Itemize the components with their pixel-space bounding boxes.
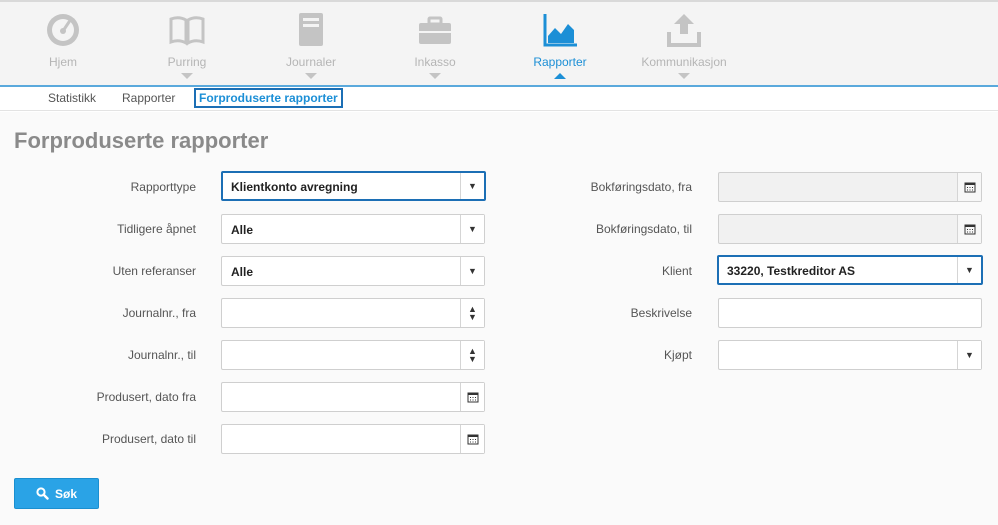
search-button[interactable]: Søk xyxy=(14,478,99,509)
tab-forproduserte-rapporter[interactable]: Forproduserte rapporter xyxy=(194,88,343,108)
tab-rapporter[interactable]: Rapporter xyxy=(118,90,179,106)
klient-label: Klient xyxy=(661,264,692,278)
nav-item-kommunikasjon[interactable]: Kommunikasjon xyxy=(624,10,744,86)
bokforingsdato-fra-label: Bokføringsdato, fra xyxy=(590,180,692,194)
chevron-down-icon xyxy=(678,73,690,79)
calendar-icon[interactable] xyxy=(460,383,484,411)
bokforingsdato-fra-input[interactable] xyxy=(718,172,982,202)
klient-select[interactable]: 33220, Testkreditor AS ▼ xyxy=(717,255,983,285)
page-title: Forproduserte rapporter xyxy=(14,128,269,153)
tidligere-apnet-label: Tidligere åpnet xyxy=(117,222,196,236)
rapporttype-value: Klientkonto avregning xyxy=(231,180,358,194)
beskrivelse-label: Beskrivelse xyxy=(630,306,692,320)
chevron-down-icon xyxy=(429,73,441,79)
spinner-icon[interactable]: ▲ ▼ xyxy=(460,341,484,369)
klient-value: 33220, Testkreditor AS xyxy=(727,264,856,278)
nav-label: Rapporter xyxy=(533,55,587,69)
produsert-fra-label: Produsert, dato fra xyxy=(96,390,196,404)
nav-item-hjem[interactable]: Hjem xyxy=(3,10,123,86)
spinner-icon[interactable]: ▲ ▼ xyxy=(460,299,484,327)
search-icon xyxy=(36,487,49,500)
main-nav: Hjem Purring Journaler Inkasso Rapporter… xyxy=(0,0,998,87)
calendar-icon[interactable] xyxy=(460,425,484,453)
sub-nav: Statistikk Rapporter Forproduserte rappo… xyxy=(0,87,998,111)
nav-item-journaler[interactable]: Journaler xyxy=(251,10,371,86)
beskrivelse-input[interactable] xyxy=(718,298,982,328)
kjopt-select[interactable]: ▼ xyxy=(718,340,982,370)
upload-icon xyxy=(667,14,701,47)
produsert-fra-input[interactable] xyxy=(221,382,485,412)
produsert-til-input[interactable] xyxy=(221,424,485,454)
nav-label: Kommunikasjon xyxy=(641,55,727,69)
tidligere-apnet-select[interactable]: Alle ▼ xyxy=(221,214,485,244)
produsert-til-label: Produsert, dato til xyxy=(101,432,196,446)
chevron-down-icon xyxy=(181,73,193,79)
tab-statistikk[interactable]: Statistikk xyxy=(44,90,100,106)
uten-referanser-value: Alle xyxy=(231,265,254,279)
uten-referanser-select[interactable]: Alle ▼ xyxy=(221,256,485,286)
nav-item-rapporter[interactable]: Rapporter xyxy=(500,10,620,86)
nav-label: Inkasso xyxy=(414,55,456,69)
caret-down-icon[interactable]: ▼ xyxy=(460,257,484,285)
rapporttype-select[interactable]: Klientkonto avregning ▼ xyxy=(221,171,486,201)
journalnr-fra-input[interactable]: ▲ ▼ xyxy=(221,298,485,328)
rapporttype-label: Rapporttype xyxy=(130,180,196,194)
caret-down-icon[interactable]: ▼ xyxy=(957,257,981,283)
nav-item-inkasso[interactable]: Inkasso xyxy=(375,10,495,86)
journal-icon xyxy=(299,13,323,46)
nav-label: Journaler xyxy=(285,55,337,69)
uten-referanser-label: Uten referanser xyxy=(112,264,196,278)
journalnr-til-input[interactable]: ▲ ▼ xyxy=(221,340,485,370)
gauge-icon xyxy=(47,14,79,46)
book-icon xyxy=(169,16,205,46)
kjopt-label: Kjøpt xyxy=(663,348,692,362)
search-button-label: Søk xyxy=(54,486,77,501)
nav-label: Hjem xyxy=(48,55,77,69)
area-chart-icon xyxy=(543,14,577,47)
bokforingsdato-til-label: Bokføringsdato, til xyxy=(595,222,692,236)
briefcase-icon xyxy=(419,16,451,44)
nav-label: Purring xyxy=(167,55,207,69)
nav-item-purring[interactable]: Purring xyxy=(127,10,247,86)
caret-down-icon[interactable]: ▼ xyxy=(957,341,981,369)
calendar-icon[interactable] xyxy=(957,173,981,201)
caret-down-icon[interactable]: ▼ xyxy=(460,173,484,199)
journalnr-fra-label: Journalnr., fra xyxy=(122,306,196,320)
tidligere-apnet-value: Alle xyxy=(231,223,254,237)
calendar-icon[interactable] xyxy=(957,215,981,243)
caret-down-icon[interactable]: ▼ xyxy=(460,215,484,243)
journalnr-til-label: Journalnr., til xyxy=(127,348,196,362)
bokforingsdato-til-input[interactable] xyxy=(718,214,982,244)
chevron-up-icon xyxy=(554,73,566,79)
chevron-down-icon xyxy=(305,73,317,79)
